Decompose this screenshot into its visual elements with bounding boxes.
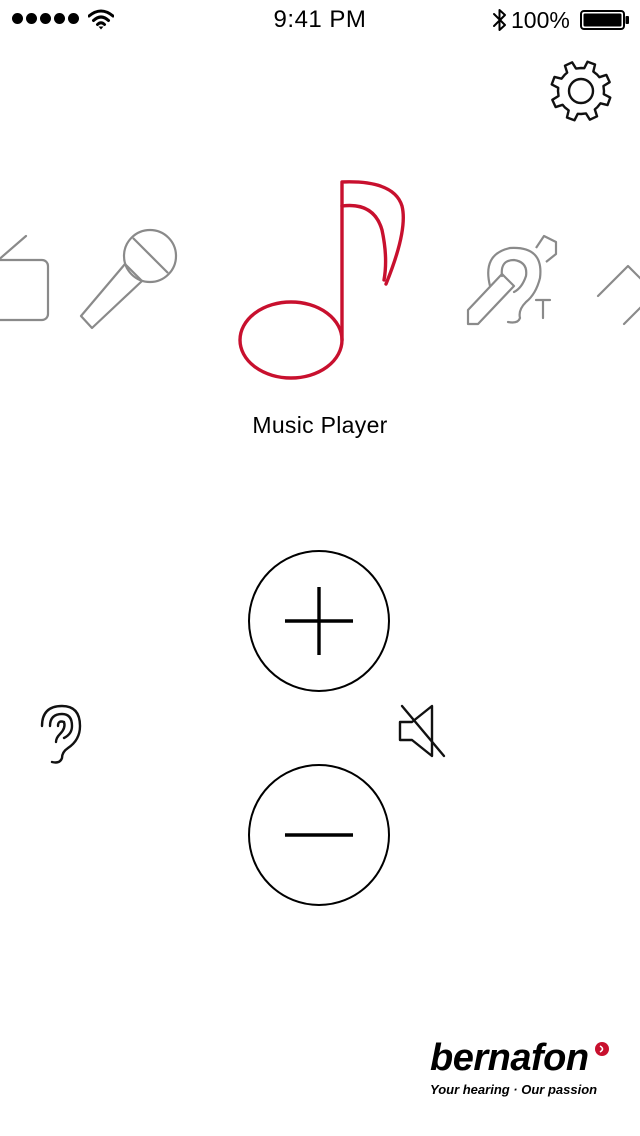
ear-icon[interactable] bbox=[34, 702, 86, 766]
music-note-icon[interactable] bbox=[236, 178, 406, 382]
plus-icon bbox=[284, 586, 354, 656]
battery-percent: 100% bbox=[511, 7, 570, 33]
radio-icon[interactable] bbox=[0, 232, 52, 324]
brand-tagline: Your hearing · Our passion bbox=[430, 1082, 598, 1097]
brand-name: bernafon bbox=[430, 1037, 589, 1079]
brand-mark-icon bbox=[595, 1042, 609, 1056]
bluetooth-icon bbox=[493, 9, 506, 31]
brand-logo: bernafon Your hearing · Our passion bbox=[430, 1038, 620, 1102]
battery-icon bbox=[580, 10, 629, 30]
volume-down-button[interactable] bbox=[248, 764, 390, 906]
volume-up-button[interactable] bbox=[248, 550, 390, 692]
status-bar: 9:41 PM 100% bbox=[0, 0, 640, 40]
program-name: Music Player bbox=[252, 412, 388, 438]
tv-icon[interactable] bbox=[594, 262, 640, 328]
minus-icon bbox=[284, 833, 354, 837]
microphone-icon[interactable] bbox=[78, 228, 182, 332]
telecoil-icon[interactable] bbox=[464, 232, 560, 328]
gear-icon[interactable] bbox=[548, 58, 614, 124]
speaker-muted-icon[interactable] bbox=[396, 702, 448, 760]
